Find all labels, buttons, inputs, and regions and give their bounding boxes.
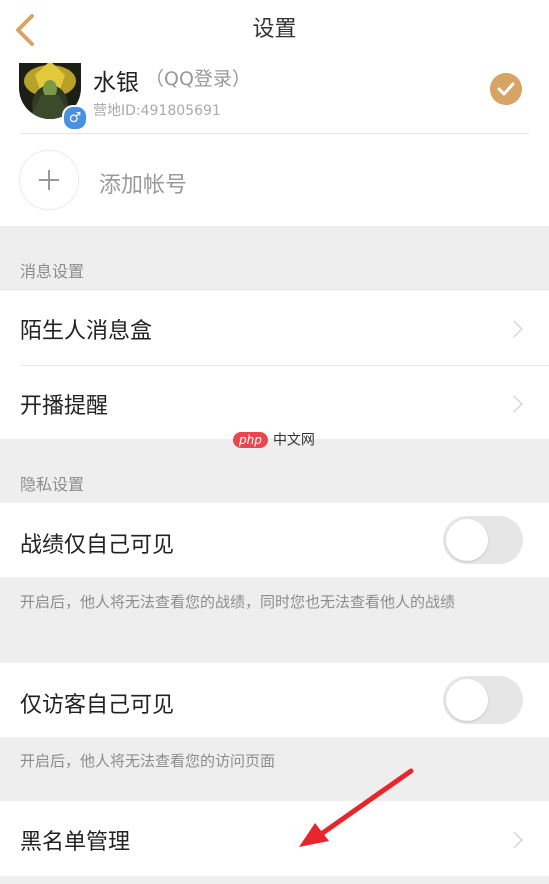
- section-title-message: 消息设置: [20, 262, 85, 281]
- login-type: （QQ登录）: [145, 68, 251, 90]
- divider: [20, 365, 549, 366]
- chevron-right-icon: [505, 320, 523, 338]
- section-title-privacy: 隐私设置: [20, 475, 85, 494]
- divider: [20, 133, 529, 134]
- toggle-knob: [446, 679, 488, 721]
- visitor-only-self-row: 仅访客自己可见: [0, 663, 549, 737]
- row-label: 黑名单管理: [20, 830, 131, 855]
- chevron-right-icon: [505, 831, 523, 849]
- annotation-arrow-icon: [299, 768, 414, 847]
- row-label: 陌生人消息盒: [20, 319, 153, 344]
- row-label: 开播提醒: [20, 394, 109, 419]
- visitor-visibility-note: 开启后，他人将无法查看您的访问页面: [20, 752, 276, 770]
- record-visibility-note: 开启后，他人将无法查看您的战绩，同时您也无法查看他人的战绩: [20, 593, 456, 611]
- record-only-self-row: 战绩仅自己可见: [0, 503, 549, 577]
- checkmark-icon: [490, 73, 522, 105]
- toggle-knob: [446, 519, 488, 561]
- account-section: ♂ 水银 （QQ登录） 营地ID:491805691 添加帐号: [0, 63, 549, 226]
- chevron-right-icon: [505, 395, 523, 413]
- message-settings-group: 陌生人消息盒 开播提醒: [0, 291, 549, 439]
- watermark-cn: 中文网: [272, 432, 315, 449]
- row-label: 战绩仅自己可见: [20, 533, 175, 558]
- visitor-visibility-toggle[interactable]: [443, 676, 523, 724]
- gender-male-icon: ♂: [62, 105, 88, 131]
- top-bar: 设置: [0, 0, 549, 63]
- blacklist-management-row[interactable]: 黑名单管理: [0, 801, 549, 876]
- row-label: 仅访客自己可见: [20, 693, 175, 718]
- record-visibility-toggle[interactable]: [443, 516, 523, 564]
- page-title: 设置: [252, 17, 297, 42]
- account-id: 营地ID:491805691: [93, 103, 221, 119]
- watermark-php: php: [233, 431, 268, 448]
- add-account-plus-icon[interactable]: [19, 150, 79, 210]
- site-watermark: php 中文网: [233, 429, 315, 450]
- add-account-label[interactable]: 添加帐号: [99, 167, 187, 199]
- account-name: 水银: [93, 70, 139, 96]
